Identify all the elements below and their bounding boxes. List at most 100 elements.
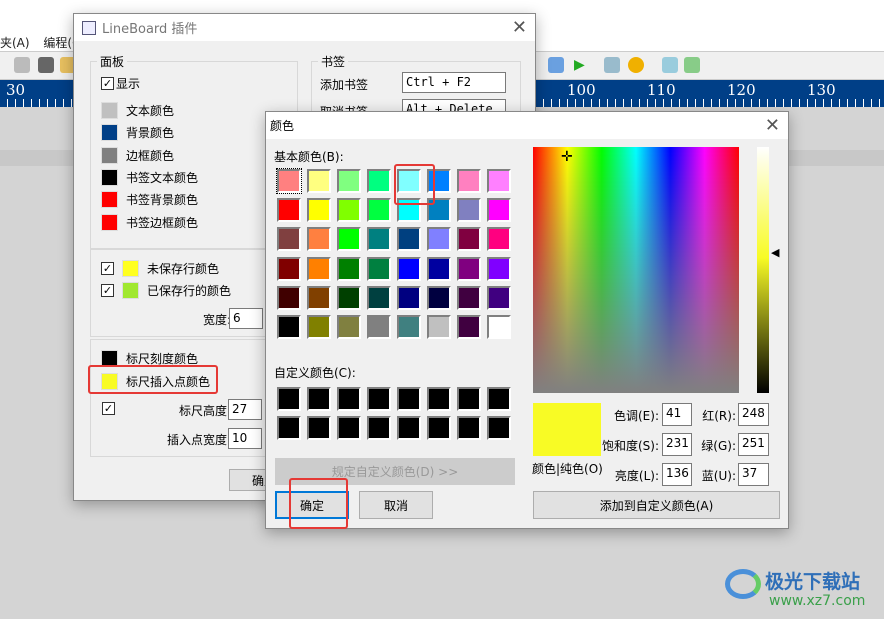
gear-icon[interactable] <box>628 57 644 73</box>
basic-color-swatch[interactable] <box>277 256 301 281</box>
add-to-custom-colors-button[interactable]: 添加到自定义颜色(A) <box>533 491 780 519</box>
basic-color-swatch[interactable] <box>307 315 331 339</box>
custom-color-swatch[interactable] <box>337 416 361 440</box>
basic-color-swatch[interactable] <box>367 315 391 339</box>
basic-color-swatch[interactable] <box>307 256 331 281</box>
ruler-insert-color[interactable]: 标尺插入点颜色 <box>101 373 210 390</box>
basic-color-swatch[interactable] <box>397 315 421 339</box>
custom-color-swatch[interactable] <box>307 387 331 411</box>
basic-color-swatch[interactable] <box>277 285 301 310</box>
basic-color-swatch[interactable] <box>397 169 421 193</box>
color-swatch[interactable] <box>101 191 118 208</box>
basic-color-swatch[interactable] <box>487 198 511 223</box>
unsaved-line-color[interactable]: ✓ 未保存行颜色 <box>101 260 219 277</box>
bookmark-border-color[interactable]: 书签边框颜色 <box>101 214 198 231</box>
custom-color-swatch[interactable] <box>277 416 301 440</box>
blue-input[interactable]: 37 <box>738 463 769 486</box>
insert-width-input[interactable]: 10 <box>228 428 262 449</box>
basic-color-swatch[interactable] <box>337 227 361 252</box>
color-swatch[interactable] <box>101 169 118 186</box>
crosshair-icon[interactable]: ✛ <box>561 149 573 165</box>
show-checkbox[interactable]: ✓ 显示 <box>101 75 140 92</box>
basic-color-swatch[interactable] <box>307 285 331 310</box>
color-swatch[interactable] <box>101 147 118 164</box>
basic-color-swatch[interactable] <box>277 227 301 252</box>
custom-color-swatch[interactable] <box>397 387 421 411</box>
document-icon[interactable] <box>604 57 620 73</box>
basic-color-swatch[interactable] <box>367 169 391 193</box>
basic-color-swatch[interactable] <box>367 198 391 223</box>
add-bookmark-hotkey[interactable]: Ctrl + F2 <box>402 72 506 93</box>
basic-color-swatch[interactable] <box>277 315 301 339</box>
custom-color-swatch[interactable] <box>277 387 301 411</box>
color-swatch[interactable] <box>101 124 118 141</box>
cut-icon[interactable] <box>14 57 30 73</box>
define-custom-colors-button[interactable]: 规定自定义颜色(D) >> <box>275 458 515 485</box>
basic-color-swatch[interactable] <box>307 169 331 193</box>
basic-color-swatch[interactable] <box>397 227 421 252</box>
ruler-height-input[interactable]: 27 <box>228 399 262 420</box>
ok-button[interactable]: 确定 <box>275 491 349 519</box>
ruler-tick-color[interactable]: 标尺刻度颜色 <box>101 350 198 367</box>
basic-color-swatch[interactable] <box>457 315 481 339</box>
custom-color-swatch[interactable] <box>487 416 511 440</box>
custom-color-swatch[interactable] <box>337 387 361 411</box>
red-input[interactable]: 248 <box>738 403 769 426</box>
basic-color-swatch[interactable] <box>487 285 511 310</box>
basic-color-swatch[interactable] <box>487 227 511 252</box>
basic-color-swatch[interactable] <box>457 169 481 193</box>
basic-color-swatch[interactable] <box>337 169 361 193</box>
basic-color-swatch[interactable] <box>397 198 421 223</box>
edit-notepad-icon[interactable] <box>684 57 700 73</box>
luminance-slider[interactable] <box>757 147 769 393</box>
basic-color-swatch[interactable] <box>397 285 421 310</box>
basic-color-swatch[interactable] <box>367 285 391 310</box>
basic-color-swatch[interactable] <box>487 256 511 281</box>
border-color[interactable]: 边框颜色 <box>101 147 174 164</box>
basic-color-swatch[interactable] <box>397 256 421 281</box>
basic-color-swatch[interactable] <box>276 168 302 194</box>
close-icon[interactable]: ✕ <box>765 115 780 136</box>
bookmark-text-color[interactable]: 书签文本颜色 <box>101 169 198 186</box>
text-color[interactable]: 文本颜色 <box>101 102 174 119</box>
spectrum-picker[interactable]: ✛ <box>533 147 739 393</box>
basic-color-swatch[interactable] <box>427 285 451 310</box>
basic-color-swatch[interactable] <box>457 285 481 310</box>
cancel-button[interactable]: 取消 <box>359 491 433 519</box>
width-input[interactable]: 6 <box>229 308 263 329</box>
basic-color-swatch[interactable] <box>337 198 361 223</box>
basic-color-swatch[interactable] <box>427 169 451 193</box>
custom-color-swatch[interactable] <box>367 387 391 411</box>
green-input[interactable]: 251 <box>738 433 769 456</box>
ruler-height-checkbox[interactable]: ✓ <box>102 402 115 415</box>
pin-icon[interactable] <box>548 57 564 73</box>
custom-color-swatch[interactable] <box>397 416 421 440</box>
custom-color-swatch[interactable] <box>487 387 511 411</box>
basic-color-swatch[interactable] <box>427 256 451 281</box>
basic-color-swatch[interactable] <box>427 227 451 252</box>
close-icon[interactable]: ✕ <box>512 17 527 38</box>
notepad-icon[interactable] <box>662 57 678 73</box>
custom-color-swatch[interactable] <box>307 416 331 440</box>
custom-color-swatch[interactable] <box>457 416 481 440</box>
luminance-arrow-icon[interactable]: ◀ <box>771 246 779 259</box>
basic-color-swatch[interactable] <box>307 198 331 223</box>
basic-color-swatch[interactable] <box>337 315 361 339</box>
color-swatch[interactable] <box>101 214 118 231</box>
custom-color-swatch[interactable] <box>367 416 391 440</box>
menu-item[interactable]: 夹(A) <box>0 36 30 50</box>
play-icon[interactable]: ▶ <box>574 57 590 73</box>
basic-color-swatch[interactable] <box>337 285 361 310</box>
bookmark-bg-color[interactable]: 书签背景颜色 <box>101 191 198 208</box>
basic-color-swatch[interactable] <box>307 227 331 252</box>
custom-color-swatch[interactable] <box>457 387 481 411</box>
background-color[interactable]: 背景颜色 <box>101 124 174 141</box>
basic-color-swatch[interactable] <box>337 256 361 281</box>
basic-color-swatch[interactable] <box>487 315 511 339</box>
custom-color-swatch[interactable] <box>427 416 451 440</box>
basic-color-swatch[interactable] <box>457 227 481 252</box>
basic-color-swatch[interactable] <box>457 198 481 223</box>
basic-color-swatch[interactable] <box>427 315 451 339</box>
basic-color-swatch[interactable] <box>367 227 391 252</box>
basic-color-swatch[interactable] <box>427 198 451 223</box>
